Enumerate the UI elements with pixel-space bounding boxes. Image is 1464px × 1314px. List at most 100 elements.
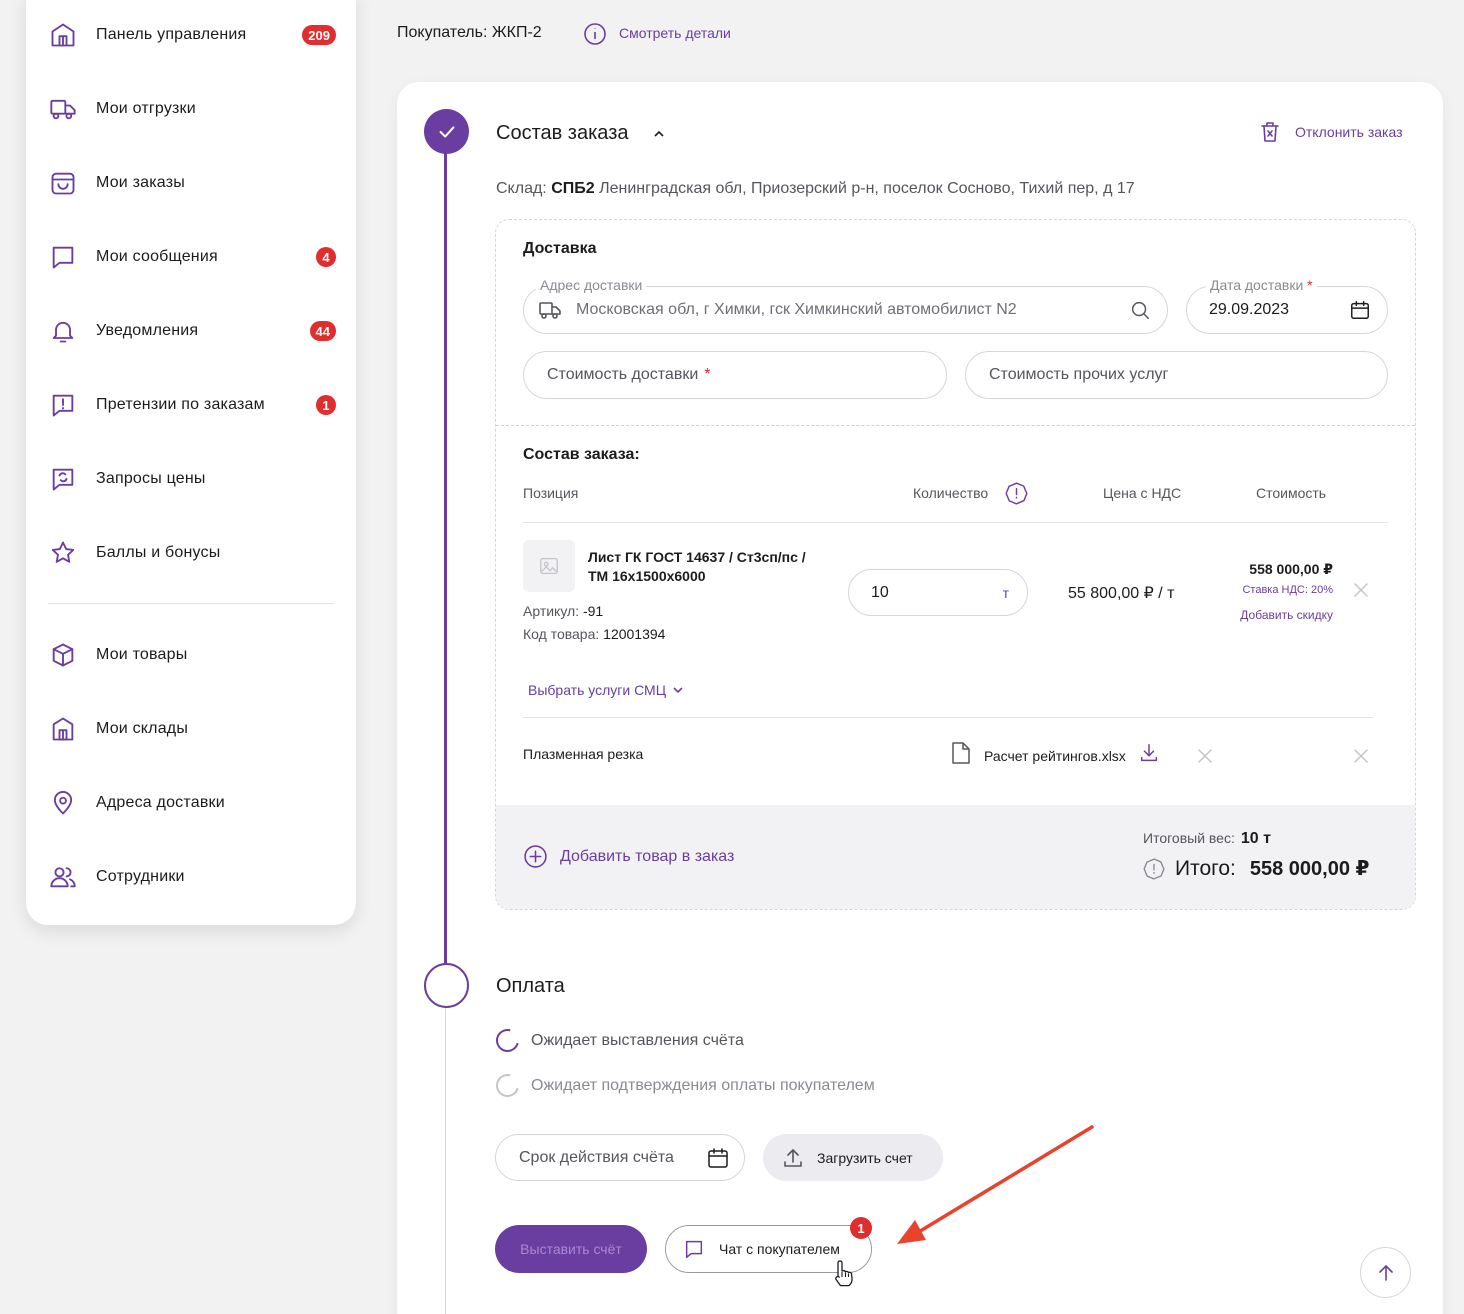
sidebar-item-label: Мои отгрузки — [96, 100, 196, 117]
star-icon — [48, 538, 78, 568]
sidebar-item-bonuses[interactable]: Баллы и бонусы — [48, 533, 338, 573]
hand-pointer-cursor-icon — [832, 1258, 858, 1288]
required-mark: * — [1307, 277, 1313, 293]
box-icon — [48, 640, 78, 670]
service-divider — [523, 717, 1373, 718]
sidebar-item-delivery-addresses[interactable]: Адреса доставки — [48, 783, 338, 823]
delivery-cost-field[interactable]: Стоимость доставки * — [523, 351, 947, 399]
bell-icon — [48, 316, 78, 346]
file-icon — [950, 741, 972, 770]
warning-icon[interactable] — [1005, 482, 1028, 505]
order-section-title: Состав заказа — [496, 122, 629, 144]
truck-icon — [539, 302, 561, 319]
sidebar-item-shipments[interactable]: Мои отгрузки — [48, 89, 338, 129]
sidebar-item-label: Сотрудники — [96, 868, 185, 885]
calendar-icon — [708, 1147, 728, 1168]
sidebar-item-employees[interactable]: Сотрудники — [48, 857, 338, 897]
buyer-name: Покупатель: ЖКП-2 — [397, 24, 542, 41]
reject-order-button[interactable]: Отклонить заказ — [1258, 120, 1403, 144]
spinner-icon — [491, 1024, 524, 1057]
payment-status-2-label: Ожидает подтверждения оплаты покупателем — [531, 1076, 875, 1094]
sidebar: Панель управления 209 Мои отгрузки Мои з… — [26, 0, 356, 925]
invoice-validity-field[interactable]: Срок действия счёта — [495, 1134, 745, 1181]
header-divider — [523, 522, 1388, 523]
issue-invoice-button[interactable]: Выставить счёт — [495, 1225, 647, 1273]
add-item-button[interactable]: Добавить товар в заказ — [523, 844, 734, 869]
quantity-unit: т — [1002, 584, 1009, 601]
location-icon — [48, 788, 78, 818]
price-request-icon — [48, 464, 78, 494]
timeline-line-pending — [445, 1008, 446, 1314]
product-article: Артикул: -91 — [523, 603, 603, 619]
message-icon — [48, 242, 78, 272]
image-placeholder-icon — [540, 558, 558, 574]
sidebar-item-label: Уведомления — [96, 322, 199, 339]
product-code: Код товара: 12001394 — [523, 626, 665, 642]
sidebar-item-label: Панель управления — [96, 26, 247, 43]
total-weight: Итоговый вес: 10 т — [1143, 830, 1271, 848]
smc-services-label: Выбрать услуги СМЦ — [528, 682, 667, 698]
sidebar-item-messages[interactable]: Мои сообщения 4 — [48, 237, 338, 277]
date-legend-text: Дата доставки — [1210, 277, 1304, 293]
delivery-address-field[interactable]: Адрес доставки Московская обл, г Химки, … — [523, 277, 1168, 334]
info-icon[interactable] — [583, 22, 607, 46]
upload-invoice-button[interactable]: Загрузить счет — [763, 1134, 943, 1181]
delivery-date-value: 29.09.2023 — [1209, 301, 1290, 318]
sidebar-item-label: Баллы и бонусы — [96, 544, 221, 561]
message-icon — [685, 1240, 703, 1258]
add-discount-link[interactable]: Добавить скидку — [1240, 608, 1333, 622]
select-smc-services-dropdown[interactable]: Выбрать услуги СМЦ — [528, 682, 684, 698]
sidebar-item-notifications[interactable]: Уведомления 44 — [48, 311, 338, 351]
add-item-label: Добавить товар в заказ — [560, 847, 735, 865]
delivery-title: Доставка — [523, 240, 597, 257]
payment-status-2: Ожидает подтверждения оплаты покупателем — [491, 1069, 875, 1102]
truck-icon — [48, 94, 78, 124]
trash-icon — [1261, 122, 1279, 142]
item-cost: 558 000,00 ₽ — [1249, 561, 1333, 577]
other-services-cost-field[interactable]: Стоимость прочих услуг — [965, 351, 1388, 399]
total-weight-label: Итоговый вес: — [1143, 830, 1235, 846]
field-legend: Адрес доставки — [536, 277, 647, 293]
step-pending-circle — [424, 963, 469, 1008]
sidebar-item-claims[interactable]: Претензии по заказам 1 — [48, 385, 338, 425]
attached-file: Расчет рейтингов.xlsx — [950, 741, 1160, 770]
sidebar-item-label: Претензии по заказам — [96, 396, 265, 413]
code-label: Код товара: — [523, 626, 600, 642]
spinner-icon — [491, 1069, 524, 1102]
remove-file-close-icon[interactable] — [1196, 747, 1214, 765]
price-with-vat: 55 800,00 ₽ / т — [1068, 585, 1175, 602]
file-name[interactable]: Расчет рейтингов.xlsx — [984, 748, 1126, 764]
code-value: 12001394 — [603, 626, 666, 642]
scroll-to-top-button[interactable] — [1360, 1247, 1411, 1298]
field-legend: Дата доставки * — [1206, 277, 1317, 293]
remove-item-close-icon[interactable] — [1352, 581, 1370, 599]
quantity-value: 10 — [871, 583, 889, 601]
chevron-up-icon[interactable] — [652, 127, 666, 141]
sidebar-item-price-requests[interactable]: Запросы цены — [48, 459, 338, 499]
quantity-input[interactable]: 10 т — [848, 569, 1028, 616]
view-details-link[interactable]: Смотреть детали — [619, 25, 731, 41]
warehouse-code: СПБ2 — [551, 180, 595, 197]
remove-service-close-icon[interactable] — [1352, 747, 1370, 765]
article-value: -91 — [582, 603, 604, 619]
delivery-date-field[interactable]: Дата доставки * 29.09.2023 — [1186, 277, 1388, 334]
sidebar-item-dashboard[interactable]: Панель управления 209 — [48, 15, 338, 55]
basket-icon — [48, 168, 78, 198]
payment-status-1-label: Ожидает выставления счёта — [531, 1031, 744, 1049]
sidebar-item-label: Мои заказы — [96, 174, 185, 191]
items-title: Состав заказа: — [523, 446, 640, 463]
download-icon[interactable] — [1138, 742, 1160, 769]
product-name[interactable]: Лист ГК ГОСТ 14637 / Ст3сп/пс / ТМ 16х15… — [588, 548, 828, 586]
total-weight-value: 10 т — [1240, 830, 1271, 847]
warehouse-icon — [48, 714, 78, 744]
sidebar-item-orders[interactable]: Мои заказы — [48, 163, 338, 203]
users-icon — [48, 862, 78, 892]
total-value: 558 000,00 ₽ — [1249, 858, 1370, 880]
order-total: Итого: 558 000,00 ₽ — [1143, 856, 1369, 881]
sidebar-item-warehouses[interactable]: Мои склады — [48, 709, 338, 749]
column-cost: Стоимость — [1256, 485, 1327, 501]
sidebar-item-label: Мои склады — [96, 720, 189, 737]
column-quantity: Количество — [913, 485, 989, 501]
column-price: Цена с НДС — [1103, 485, 1182, 501]
sidebar-item-products[interactable]: Мои товары — [48, 635, 338, 675]
